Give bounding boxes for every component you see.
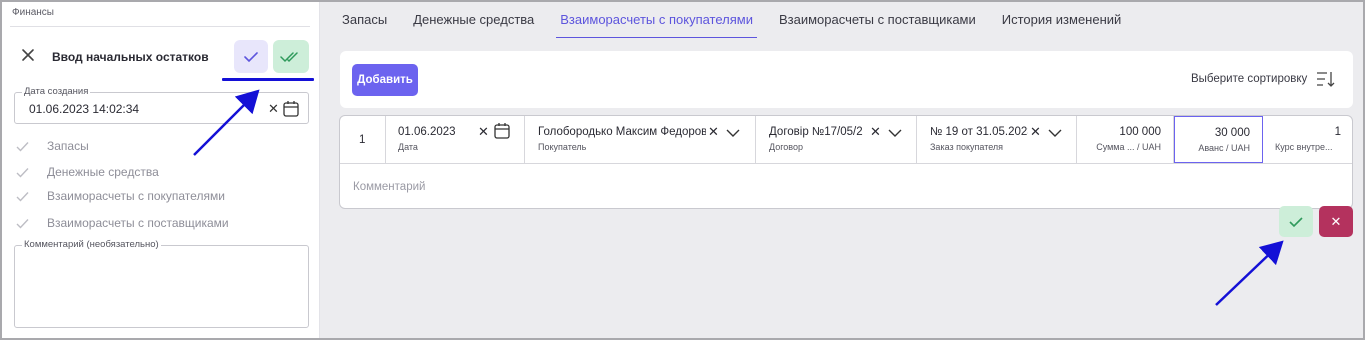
order-value[interactable]: № 19 от 31.05.2023: [930, 126, 1028, 138]
sum-value[interactable]: 100 000: [1119, 126, 1161, 138]
contract-label: Договор: [769, 142, 803, 152]
tab-inventory[interactable]: Запасы: [342, 0, 387, 38]
date-value[interactable]: 01.06.2023: [398, 126, 456, 138]
contract-cell[interactable]: Договір №17/05/2 Договор ✕: [756, 116, 917, 163]
tab-history[interactable]: История изменений: [1002, 0, 1122, 38]
contract-value[interactable]: Договір №17/05/2: [769, 126, 869, 138]
date-cell[interactable]: 01.06.2023 Дата ✕: [386, 116, 525, 163]
row-number-cell: 1: [340, 116, 386, 163]
row-number: 1: [359, 134, 366, 146]
buyer-value[interactable]: Голобородько Максим Федорович: [538, 126, 706, 138]
buyer-label: Покупатель: [538, 142, 587, 152]
step-label: Взаиморасчеты с поставщиками: [47, 216, 229, 230]
cancel-row-button[interactable]: ✕: [1319, 206, 1353, 237]
rate-label: Курс внутре...: [1275, 142, 1333, 152]
calendar-icon[interactable]: [494, 122, 510, 144]
calendar-icon[interactable]: [283, 100, 299, 122]
check-icon: [16, 218, 29, 229]
sum-label: Сумма ... / UAH: [1096, 142, 1161, 152]
annotation-underline: [222, 78, 314, 81]
chevron-down-icon[interactable]: [726, 125, 740, 143]
comment-label: Комментарий (необязательно): [22, 239, 161, 250]
check-icon: [16, 141, 29, 152]
step-label: Денежные средства: [47, 165, 159, 179]
entries-table: 1 01.06.2023 Дата ✕ Голобородько Максим …: [339, 115, 1353, 209]
close-icon[interactable]: [20, 47, 36, 63]
advance-label: Аванс / UAH: [1198, 143, 1250, 153]
confirm-row-button[interactable]: [1279, 206, 1313, 237]
order-cell[interactable]: № 19 от 31.05.2023 Заказ покупателя ✕: [917, 116, 1077, 163]
divider: [340, 163, 1352, 164]
date-created-label: Дата создания: [22, 86, 91, 97]
add-button[interactable]: Добавить: [352, 64, 418, 96]
rate-value[interactable]: 1: [1335, 126, 1341, 138]
date-created-field[interactable]: Дата создания 01.06.2023 14:02:34 ✕: [14, 86, 309, 124]
advance-value[interactable]: 30 000: [1215, 127, 1250, 139]
advance-cell[interactable]: 30 000 Аванс / UAH: [1174, 116, 1263, 163]
clear-icon[interactable]: ✕: [268, 101, 279, 117]
clear-icon[interactable]: ✕: [1030, 124, 1041, 140]
order-label: Заказ покупателя: [930, 142, 1004, 152]
tab-bar: Запасы Денежные средства Взаиморасчеты с…: [342, 0, 1147, 38]
chevron-down-icon[interactable]: [888, 125, 902, 143]
check-icon: [16, 167, 29, 178]
date-created-value[interactable]: 01.06.2023 14:02:34: [29, 102, 139, 116]
check-icon: [244, 51, 258, 62]
comment-field[interactable]: Комментарий (необязательно): [14, 239, 309, 328]
step-cash[interactable]: Денежные средства: [16, 165, 159, 179]
post-button[interactable]: [273, 40, 309, 73]
divider: [10, 26, 310, 27]
clear-icon[interactable]: ✕: [708, 124, 719, 140]
row-comment-input[interactable]: Комментарий: [353, 181, 425, 193]
tab-suppliers[interactable]: Взаиморасчеты с поставщиками: [779, 0, 976, 38]
sort-select[interactable]: Выберите сортировку: [1191, 73, 1307, 85]
date-label: Дата: [398, 142, 418, 152]
clear-icon[interactable]: ✕: [870, 124, 881, 140]
step-suppliers[interactable]: Взаиморасчеты с поставщиками: [16, 216, 229, 230]
close-icon: ✕: [1330, 213, 1342, 229]
step-inventory[interactable]: Запасы: [16, 139, 89, 153]
buyer-cell[interactable]: Голобородько Максим Федорович Покупатель…: [525, 116, 756, 163]
tab-cash[interactable]: Денежные средства: [413, 0, 534, 38]
step-label: Запасы: [47, 139, 89, 153]
sum-cell[interactable]: 100 000 Сумма ... / UAH: [1077, 116, 1174, 163]
left-panel: Финансы Ввод начальных остатков Дата соз…: [2, 2, 320, 338]
step-buyers[interactable]: Взаиморасчеты с покупателями: [16, 189, 225, 203]
section-label: Финансы: [12, 7, 54, 18]
step-label: Взаиморасчеты с покупателями: [47, 189, 225, 203]
chevron-down-icon[interactable]: [1048, 125, 1062, 143]
double-check-icon: [280, 51, 298, 62]
sort-icon[interactable]: [1316, 70, 1336, 93]
check-icon: [16, 191, 29, 202]
page-title: Ввод начальных остатков: [52, 50, 209, 64]
clear-icon[interactable]: ✕: [478, 124, 489, 140]
tab-buyers[interactable]: Взаиморасчеты с покупателями: [556, 0, 757, 38]
save-button[interactable]: [234, 40, 268, 73]
toolbar: Добавить Выберите сортировку: [340, 51, 1353, 108]
check-icon: [1289, 216, 1303, 227]
rate-cell[interactable]: 1 Курс внутре...: [1263, 116, 1352, 163]
